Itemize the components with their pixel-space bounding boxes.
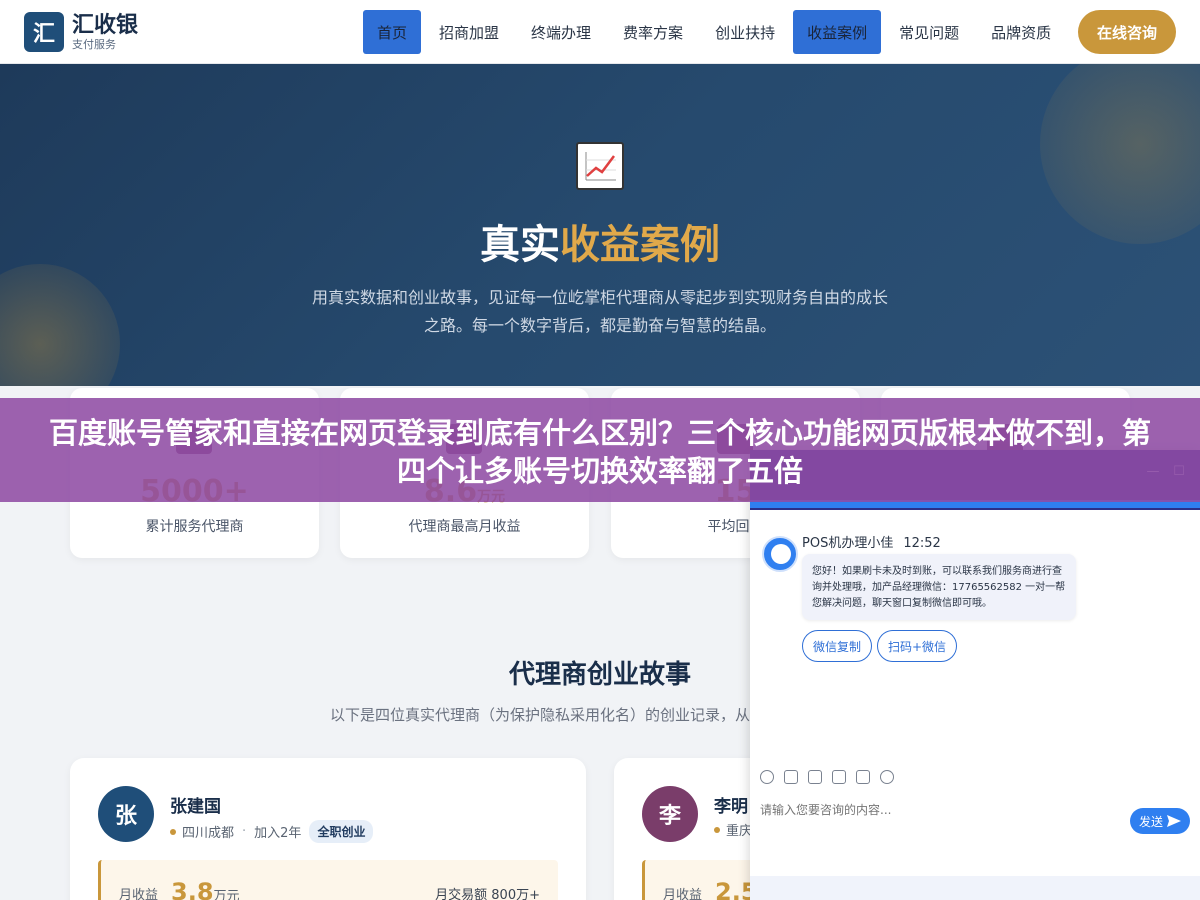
income-value: 3.8万元 [171, 878, 240, 900]
hero-section: 真实收益案例 用真实数据和创业故事，见证每一位屹掌柜代理商从零起步到实现财务自由… [0, 64, 1200, 386]
message-time: 12:52 [903, 536, 941, 551]
history-icon[interactable] [856, 770, 870, 784]
chat-window: — ☐ POS机办理小佳12:52 您好！如果刷卡未及时到账，可以联系我们服务商… [750, 450, 1200, 900]
main-nav: 首页 招商加盟 终端办理 费率方案 创业扶持 收益案例 常见问题 品牌资质 [363, 10, 1069, 54]
copy-wechat-button[interactable]: 微信复制 [802, 630, 872, 662]
brand-name: 汇收银 [72, 12, 139, 38]
person-name: 李明 [714, 797, 748, 817]
nav-qualification[interactable]: 品牌资质 [977, 10, 1065, 54]
avatar: 李 [642, 786, 698, 842]
agent-face-icon [771, 544, 791, 564]
send-arrow-icon [1167, 815, 1181, 827]
screenshot-icon[interactable] [808, 770, 822, 784]
chat-footer [750, 876, 1200, 900]
nav-rates[interactable]: 费率方案 [609, 10, 697, 54]
brand-sub: 支付服务 [72, 37, 116, 51]
hero-title-accent: 收益案例 [560, 222, 720, 268]
agent-name: POS机办理小佳 [802, 536, 894, 551]
send-button[interactable]: 发送 [1130, 808, 1190, 834]
chat-toolbar [760, 770, 904, 784]
status-badge: 全职创业 [309, 820, 374, 843]
logo-text: 汇收银 支付服务 [72, 12, 139, 51]
nav-terminal[interactable]: 终端办理 [517, 10, 605, 54]
banner-text: 百度账号管家和直接在网页登录到底有什么区别？三个核心功能网页版根本做不到，第四个… [48, 416, 1151, 488]
nav-cases[interactable]: 收益案例 [793, 10, 882, 54]
emoji-icon[interactable] [760, 770, 774, 784]
message-input[interactable] [760, 800, 1120, 820]
message-bubble: 您好！如果刷卡未及时到账，可以联系我们服务商进行查询并处理哦，加产品经理微信：1… [802, 554, 1076, 620]
site-header: 汇 汇收银 支付服务 首页 招商加盟 终端办理 费率方案 创业扶持 收益案例 常… [0, 0, 1200, 64]
nav-faq[interactable]: 常见问题 [885, 10, 973, 54]
separator: · [242, 824, 247, 839]
income-unit: 万元 [213, 889, 240, 900]
scan-wechat-button[interactable]: 扫码+微信 [877, 630, 957, 662]
consult-button[interactable]: 在线咨询 [1078, 10, 1176, 54]
agent-header: POS机办理小佳 12:52 [802, 532, 941, 551]
avatar: 张 [98, 786, 154, 842]
chart-increasing-icon [576, 142, 624, 190]
income-box: 月收益 3.8万元 月交易额 800万+ [98, 860, 558, 900]
nav-franchise[interactable]: 招商加盟 [425, 10, 513, 54]
person-location: 四川成都 [182, 826, 235, 841]
stat-label: 累计服务代理商 [145, 519, 244, 535]
logo-mark: 汇 [24, 12, 64, 52]
person-meta: 四川成都 · 加入2年 全职创业 [170, 820, 374, 843]
location-dot-icon [714, 826, 720, 833]
person-name: 张建国 [170, 797, 221, 817]
brand-logo[interactable]: 汇 汇收银 支付服务 [24, 12, 138, 52]
trade-volume: 月交易额 800万+ [435, 888, 540, 900]
person-location: 重庆 [726, 824, 753, 839]
article-title-banner: 百度账号管家和直接在网页登录到底有什么区别？三个核心功能网页版根本做不到，第四个… [0, 398, 1200, 502]
story-card[interactable]: 张 张建国 四川成都 · 加入2年 全职创业 月收益 3.8万元 月交易额 80… [70, 758, 586, 900]
stat-label: 代理商最高月收益 [408, 519, 521, 535]
hero-description: 用真实数据和创业故事，见证每一位屹掌柜代理商从零起步到实现财务自由的成长之路。每… [311, 288, 888, 335]
chat-bubbles-icon[interactable] [880, 770, 894, 784]
agent-avatar [762, 536, 798, 572]
hero-glow [0, 264, 120, 386]
image-icon[interactable] [784, 770, 798, 784]
send-label: 发送 [1138, 814, 1163, 829]
income-number: 3.8 [171, 878, 214, 900]
hero-title: 真实收益案例 [0, 212, 1200, 270]
person-meta: 重庆 [714, 820, 752, 839]
income-label: 月收益 [119, 888, 159, 900]
nav-home[interactable]: 首页 [363, 10, 422, 54]
shield-icon[interactable] [832, 770, 846, 784]
person-joined: 加入2年 [254, 826, 302, 841]
location-dot-icon [170, 828, 176, 835]
income-label: 月收益 [663, 888, 703, 900]
nav-support[interactable]: 创业扶持 [701, 10, 789, 54]
hero-title-plain: 真实 [480, 222, 560, 268]
